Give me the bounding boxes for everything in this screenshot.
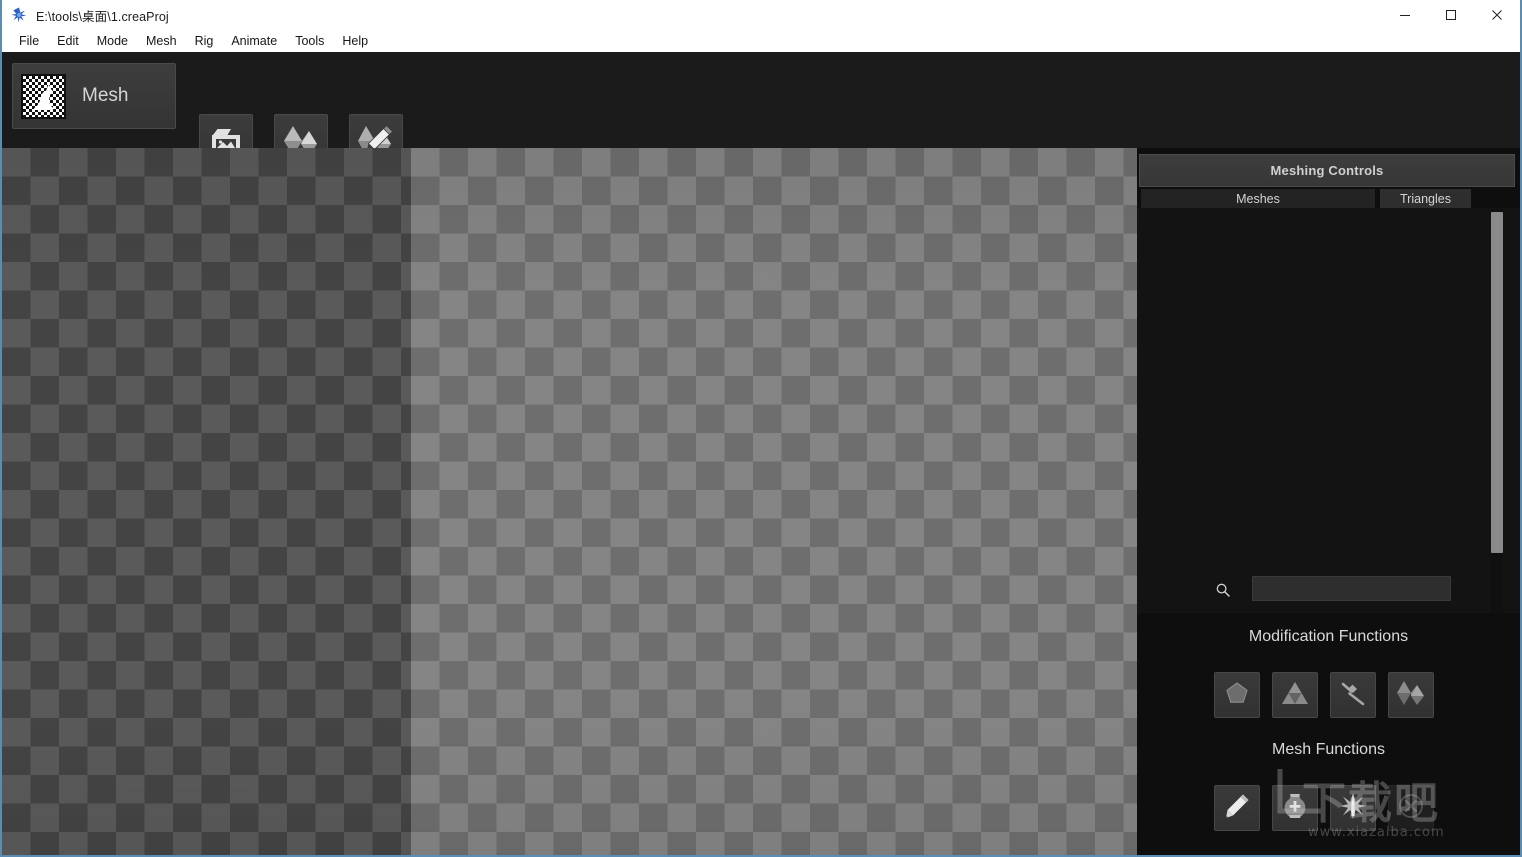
starburst-needle-icon [1339,792,1367,825]
modification-functions-title: Modification Functions [1248,628,1409,645]
menu-item-help[interactable]: Help [333,32,377,50]
panel-title: Meshing Controls [1270,163,1384,178]
tab-triangles-label: Triangles [1400,191,1451,206]
menu-item-edit[interactable]: Edit [48,32,88,50]
menu-item-mesh[interactable]: Mesh [137,32,186,50]
mesh-list[interactable] [1137,208,1520,613]
main-toolbar: Mesh [2,52,1520,172]
mesh-functions-row [1137,785,1520,831]
weight-plus-icon [1281,792,1309,825]
menu-item-tools[interactable]: Tools [286,32,333,50]
mesh-list-scrollbar-thumb[interactable] [1491,212,1503,553]
search-row [1137,576,1520,608]
application-window: E:\tools\桌面\1.creaProj File Edit Mode Me… [0,0,1522,857]
canvas-checker-dark-region [2,148,411,855]
window-title: E:\tools\桌面\1.creaProj [36,9,169,24]
subdivide-triangle-button[interactable] [1272,672,1318,718]
cat-silhouette-checker-thumbnail [21,73,66,119]
search-icon [1215,582,1231,598]
panel-tab-strip: Meshes Triangles [1141,189,1513,208]
delete-mesh-button[interactable] [1388,785,1434,831]
mesh-canvas[interactable] [2,148,1137,855]
maximize-button[interactable] [1428,0,1474,30]
spike-tool-button[interactable] [1330,785,1376,831]
menu-item-animate[interactable]: Animate [222,32,286,50]
hammer-tool-button[interactable] [1330,672,1376,718]
pencil-icon [1223,792,1251,825]
meshing-controls-panel: Meshing Controls Meshes Triangles Modifi… [1137,148,1520,855]
close-circle-icon [1397,792,1425,825]
modification-functions-row [1137,672,1520,718]
hammer-icon [1339,680,1367,711]
mesh-mode-label: Mesh [82,85,129,106]
pentagon-icon [1224,680,1250,711]
menu-bar: File Edit Mode Mesh Rig Animate Tools He… [2,30,1520,52]
panel-header[interactable]: Meshing Controls [1139,154,1515,187]
title-bar: E:\tools\桌面\1.creaProj [2,0,1520,30]
add-weight-button[interactable] [1272,785,1318,831]
triangle-subdivide-icon [1281,680,1309,711]
triangles-icon [1396,680,1426,711]
search-input[interactable] [1252,576,1451,601]
polygon-tool-button[interactable] [1214,672,1260,718]
spark-icon [10,6,28,24]
pencil-draw-button[interactable] [1214,785,1260,831]
minimize-button[interactable] [1382,0,1428,30]
triangulate-button[interactable] [1388,672,1434,718]
menu-item-rig[interactable]: Rig [186,32,223,50]
tab-triangles[interactable]: Triangles [1380,189,1471,208]
close-button[interactable] [1474,0,1520,30]
window-controls [1382,0,1520,30]
menu-item-file[interactable]: File [10,32,48,50]
canvas-checker-light-region [411,148,1137,855]
tab-meshes[interactable]: Meshes [1141,189,1375,208]
menu-item-mode[interactable]: Mode [88,32,137,50]
mesh-functions-title: Mesh Functions [1272,741,1385,758]
mesh-mode-button[interactable]: Mesh [12,63,176,129]
tab-meshes-label: Meshes [1236,191,1280,206]
